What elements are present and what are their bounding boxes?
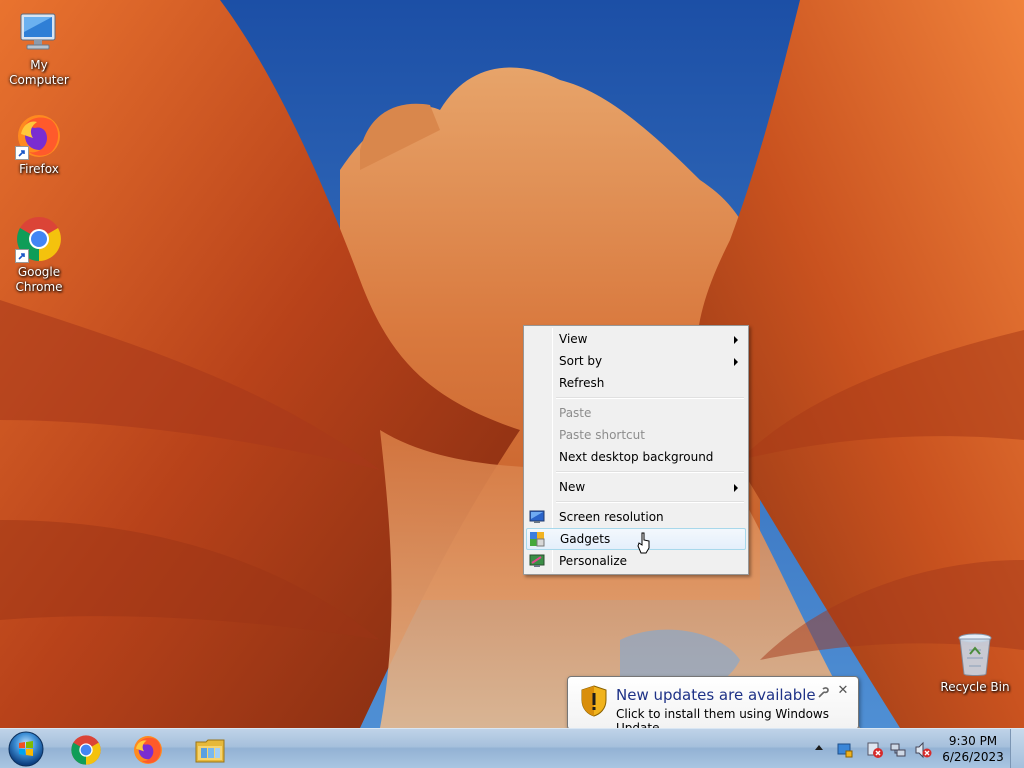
menu-item-label: Gadgets xyxy=(560,532,611,546)
menu-item-label: Paste xyxy=(559,406,592,420)
file-explorer-icon xyxy=(195,739,225,763)
chrome-icon xyxy=(71,735,101,765)
update-notification-balloon[interactable]: New updates are available Click to insta… xyxy=(567,676,859,738)
desktop-icon-google-chrome[interactable]: Google Chrome xyxy=(0,215,78,295)
windows-update-icon[interactable] xyxy=(836,741,854,759)
menu-item-screen-resolution[interactable]: Screen resolution xyxy=(526,506,746,528)
desktop-icon-label: Google Chrome xyxy=(15,265,63,294)
clock-time: 9:30 PM xyxy=(948,734,998,748)
menu-item-refresh[interactable]: Refresh xyxy=(526,372,746,394)
menu-item-personalize[interactable]: Personalize xyxy=(526,550,746,572)
recycle-bin-icon xyxy=(958,633,992,676)
menu-item-next-desktop-background[interactable]: Next desktop background xyxy=(526,446,746,468)
submenu-arrow-icon xyxy=(734,358,738,366)
menu-item-label: Refresh xyxy=(559,376,605,390)
network-icon[interactable] xyxy=(890,741,908,759)
menu-separator xyxy=(526,394,746,402)
menu-item-gadgets[interactable]: Gadgets xyxy=(526,528,746,550)
desktop-context-menu: View Sort by Refresh Paste Paste shortcu… xyxy=(523,325,749,575)
menu-item-label: New xyxy=(559,480,586,494)
close-icon[interactable]: ✕ xyxy=(836,684,850,698)
menu-item-paste-shortcut: Paste shortcut xyxy=(526,424,746,446)
volume-muted-icon[interactable] xyxy=(914,741,932,759)
firefox-icon xyxy=(134,736,162,764)
taskbar-file-explorer-button[interactable] xyxy=(182,730,238,768)
desktop-icon-label: Firefox xyxy=(19,162,59,176)
shield-warning-icon xyxy=(581,685,607,717)
options-wrench-icon[interactable] xyxy=(816,686,830,700)
menu-item-label: Sort by xyxy=(559,354,603,368)
submenu-arrow-icon xyxy=(734,484,738,492)
menu-item-label: Next desktop background xyxy=(559,450,714,464)
taskbar-chrome-button[interactable] xyxy=(58,730,114,768)
taskbar-firefox-button[interactable] xyxy=(120,730,176,768)
mouse-cursor-icon xyxy=(637,532,650,554)
menu-item-label: View xyxy=(559,332,588,346)
screen-resolution-icon xyxy=(529,510,545,523)
menu-item-view[interactable]: View xyxy=(526,328,746,350)
menu-item-paste: Paste xyxy=(526,402,746,424)
shortcut-arrow-icon xyxy=(15,146,29,160)
desktop-icon-label: My Computer xyxy=(9,58,69,87)
personalize-icon xyxy=(529,554,545,567)
menu-item-new[interactable]: New xyxy=(526,476,746,498)
desktop-icon-firefox[interactable]: Firefox xyxy=(0,112,78,177)
desktop-icon-label: Recycle Bin xyxy=(940,680,1010,694)
menu-item-label: Screen resolution xyxy=(559,510,664,524)
notification-title: New updates are available xyxy=(616,686,816,704)
desktop-icon-my-computer[interactable]: My Computer xyxy=(0,8,78,88)
taskbar-clock[interactable]: 9:30 PM 6/26/2023 xyxy=(937,733,1009,765)
menu-separator xyxy=(526,468,746,476)
menu-item-label: Personalize xyxy=(559,554,628,568)
menu-item-sort-by[interactable]: Sort by xyxy=(526,350,746,372)
start-button[interactable] xyxy=(4,730,48,768)
show-desktop-button[interactable] xyxy=(1010,729,1024,768)
shortcut-arrow-icon xyxy=(15,249,29,263)
desktop-icon-recycle-bin[interactable]: Recycle Bin xyxy=(936,632,1014,695)
taskbar: 9:30 PM 6/26/2023 xyxy=(0,728,1024,768)
menu-separator xyxy=(526,498,746,506)
action-center-icon[interactable] xyxy=(866,741,884,759)
menu-item-label: Paste shortcut xyxy=(559,428,645,442)
submenu-arrow-icon xyxy=(734,336,738,344)
gadgets-icon xyxy=(530,532,545,547)
wallpaper-image xyxy=(0,0,1024,728)
show-hidden-icons-arrow[interactable] xyxy=(815,745,823,750)
clock-date: 6/26/2023 xyxy=(942,750,1004,764)
desktop-wallpaper[interactable] xyxy=(0,0,1024,728)
computer-icon xyxy=(20,13,56,50)
